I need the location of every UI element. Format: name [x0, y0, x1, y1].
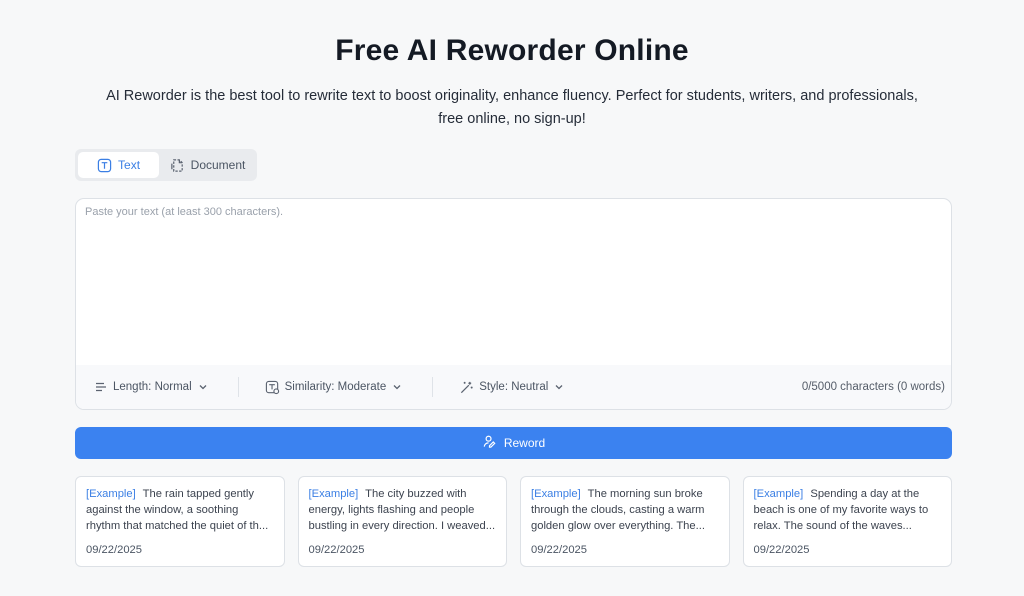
tab-text[interactable]: Text [78, 152, 160, 178]
example-tag: [Example] [308, 488, 359, 500]
example-card[interactable]: [Example] The morning sun broke through … [520, 476, 730, 567]
reword-icon [482, 434, 497, 452]
example-text: [Example] The morning sun broke through … [531, 486, 719, 534]
character-counter: 0/5000 characters (0 words) [801, 381, 945, 393]
length-label: Length: Normal [113, 381, 192, 393]
reword-button-label: Reword [503, 436, 546, 450]
page: Free AI Reworder Online AI Reworder is t… [0, 0, 1024, 596]
divider [237, 377, 239, 397]
chevron-down-icon [553, 381, 565, 393]
page-title: Free AI Reworder Online [335, 34, 689, 67]
example-card[interactable]: [Example] The rain tapped gently against… [75, 476, 285, 567]
editor-options-bar: Length: Normal Similarity: Moderate Styl… [76, 365, 951, 409]
text-input[interactable] [76, 199, 951, 365]
example-card[interactable]: [Example] The city buzzed with energy, l… [297, 476, 507, 567]
example-tag: [Example] [86, 488, 136, 500]
example-text: [Example] The city buzzed with energy, l… [309, 486, 497, 534]
similarity-icon [265, 380, 280, 395]
example-text: [Example] The rain tapped gently against… [86, 486, 274, 534]
example-card[interactable]: [Example] Spending a day at the beach is… [742, 476, 952, 567]
similarity-dropdown[interactable]: Similarity: Moderate [265, 380, 404, 395]
chevron-down-icon [197, 381, 209, 393]
page-subtitle: AI Reworder is the best tool to rewrite … [106, 88, 918, 127]
text-editor: Length: Normal Similarity: Moderate [75, 198, 952, 410]
example-text: [Example] Spending a day at the beach is… [754, 486, 942, 534]
example-date: 09/22/2025 [753, 544, 810, 556]
example-tag: [Example] [531, 488, 581, 500]
length-dropdown[interactable]: Length: Normal [94, 380, 209, 394]
style-label: Style: Neutral [479, 381, 549, 393]
example-date: 09/22/2025 [86, 544, 142, 556]
similarity-label: Similarity: Moderate [284, 381, 387, 393]
example-date: 09/22/2025 [308, 544, 365, 556]
example-tag: [Example] [753, 488, 804, 500]
text-icon [97, 158, 112, 173]
divider [432, 377, 434, 397]
lines-icon [94, 380, 108, 394]
chevron-down-icon [391, 381, 403, 393]
document-icon [170, 158, 185, 173]
tab-document-label: Document [190, 158, 246, 172]
tab-text-label: Text [118, 158, 141, 172]
magic-wand-icon [459, 380, 474, 395]
mode-tabs: Text Document [75, 149, 257, 181]
example-date: 09/22/2025 [531, 544, 587, 556]
examples-list: [Example] The rain tapped gently against… [75, 476, 952, 567]
style-dropdown[interactable]: Style: Neutral [459, 380, 565, 395]
tab-document[interactable]: Document [161, 152, 254, 178]
reword-button[interactable]: Reword [75, 427, 952, 459]
